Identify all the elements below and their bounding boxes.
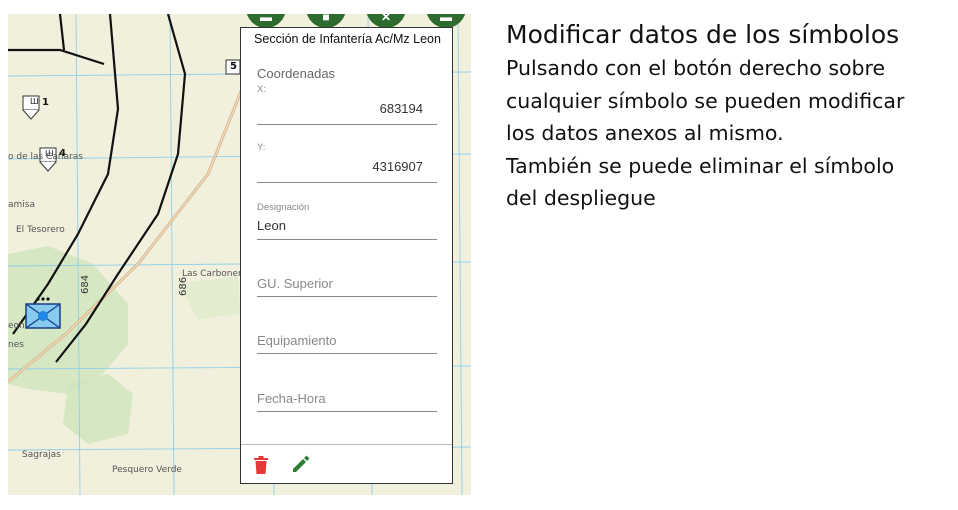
superior-field[interactable]: GU. Superior [257, 276, 437, 297]
delete-button[interactable] [253, 456, 269, 474]
instructions-line: cualquier símbolo se pueden modificar [506, 88, 905, 113]
instructions-line: Pulsando con el botón derecho sobre [506, 56, 886, 80]
designation-label: Designación [257, 202, 310, 213]
instructions-line: los datos anexos al mismo. [506, 121, 784, 145]
y-coordinate-field[interactable]: Y: 4316907 [257, 142, 437, 183]
designation-value: Leon [257, 218, 286, 233]
place-label: Pesquero Verde [112, 465, 182, 475]
grid-label: 684 [80, 274, 91, 294]
y-label: Y: [257, 142, 266, 153]
equipment-field[interactable]: Equipamiento [257, 333, 437, 354]
equipment-placeholder: Equipamiento [257, 333, 337, 348]
instructions-line: También se puede eliminar el símbolo [506, 153, 895, 178]
y-value: 4316907 [372, 159, 423, 174]
pencil-icon [293, 455, 310, 472]
instructions-title: Modificar datos de los símbolos [506, 20, 900, 49]
place-label: eon [8, 321, 25, 331]
x-coordinate-field[interactable]: X: 683194 [257, 84, 437, 125]
symbol-data-panel: Sección de Infantería Ac/Mz Leon Coorden… [240, 27, 453, 484]
place-label: o de las Cañaras [8, 152, 83, 162]
marker-number: 1 [42, 97, 49, 108]
datetime-field[interactable]: Fecha-Hora [257, 391, 437, 412]
designation-field[interactable]: Designación Leon [257, 202, 437, 240]
place-label: Sagrajas [22, 450, 61, 460]
trash-icon [254, 456, 268, 474]
instructions-line: del despliegue [506, 186, 656, 210]
coords-section-label: Coordenadas [257, 66, 336, 81]
place-label: nes [8, 340, 24, 350]
superior-placeholder: GU. Superior [257, 276, 333, 291]
panel-title: Sección de Infantería Ac/Mz Leon [254, 32, 441, 46]
instructions-block: Modificar datos de los símbolos Pulsando… [506, 18, 946, 215]
grid-label: 686 [178, 276, 189, 296]
road-marker: 5 [230, 61, 237, 72]
close-icon: ✕ [380, 14, 392, 24]
x-label: X: [257, 84, 266, 95]
edit-button[interactable] [291, 454, 311, 474]
place-label: amisa [8, 200, 35, 210]
panel-form: Coordenadas X: 683194 Y: 4316907 Designa… [241, 50, 452, 445]
place-label: El Tesorero [16, 225, 65, 235]
place-label: Las Carbonera [182, 269, 248, 279]
x-value: 683194 [379, 101, 423, 116]
map-view[interactable]: Ш 1 Ш 4 5 o de las Cañaras amisa El Teso… [8, 14, 471, 495]
datetime-placeholder: Fecha-Hora [257, 391, 326, 406]
